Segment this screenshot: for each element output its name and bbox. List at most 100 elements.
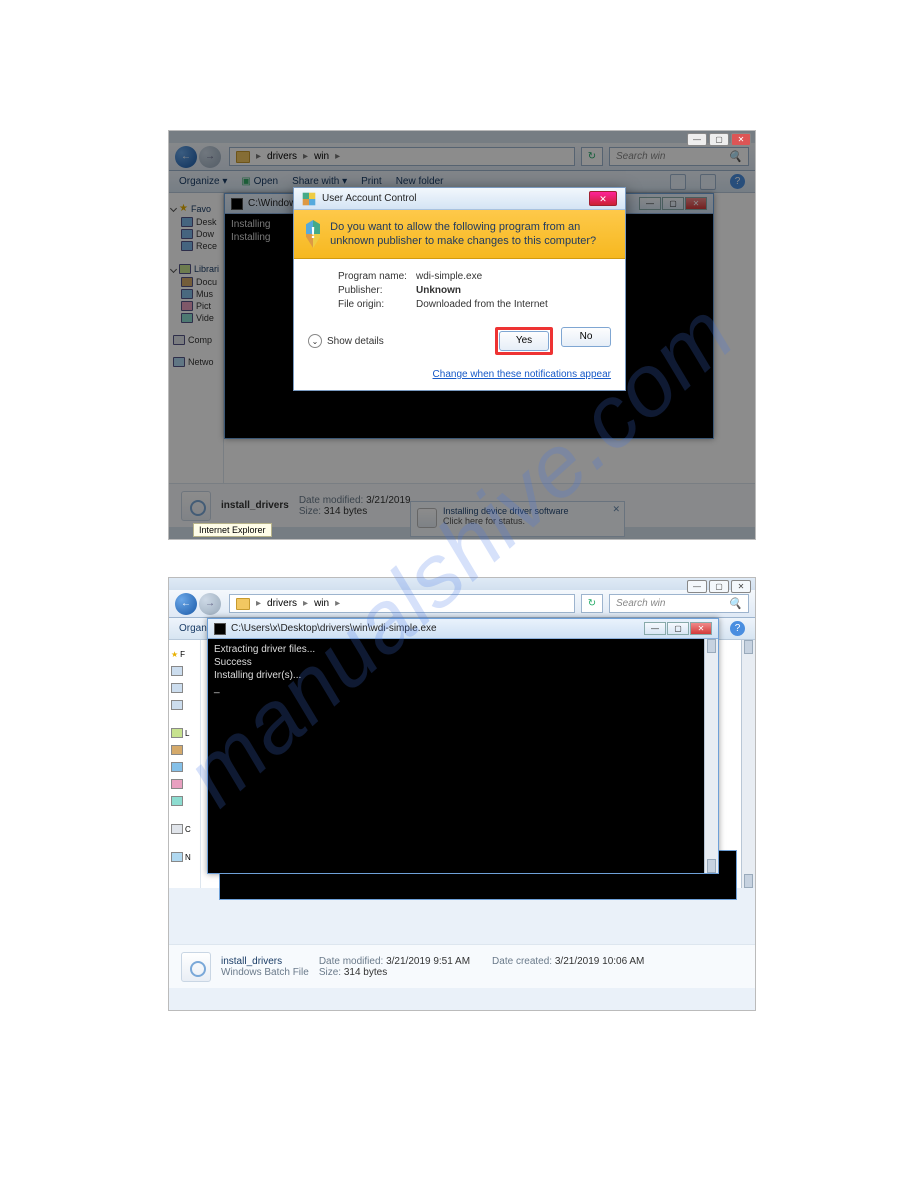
close-icon[interactable]: ✕ (731, 580, 751, 593)
maximize-icon[interactable]: ▢ (709, 133, 729, 146)
organize-menu[interactable]: Organize ▾ (179, 176, 227, 187)
sidebar-item-network[interactable]: Netwo (188, 357, 214, 367)
preview-icon[interactable] (700, 174, 716, 190)
notification-close-icon[interactable]: ✕ (612, 504, 620, 515)
cmd-close-icon[interactable]: ✕ (690, 622, 712, 635)
cmd-line: Installing driver(s)... (214, 669, 712, 682)
uac-dialog: User Account Control ✕ Do you want to al… (293, 187, 626, 391)
scrollbar[interactable] (741, 640, 755, 888)
refresh-button[interactable]: ↻ (581, 147, 603, 166)
search-input[interactable]: Search win 🔍 (609, 147, 749, 166)
search-input[interactable]: Search win 🔍 (609, 594, 749, 613)
selected-file-type: Windows Batch File (221, 967, 309, 978)
close-icon[interactable]: ✕ (731, 133, 751, 146)
help-icon[interactable]: ? (730, 174, 745, 189)
breadcrumb[interactable]: ▸ drivers ▸ win ▸ (229, 147, 575, 166)
refresh-button[interactable]: ↻ (581, 594, 603, 613)
view-icon[interactable] (670, 174, 686, 190)
uac-file-origin: Downloaded from the Internet (416, 299, 548, 310)
help-icon[interactable]: ? (730, 621, 745, 636)
forward-button[interactable]: → (199, 593, 221, 615)
cmd-close-icon[interactable]: ✕ (685, 197, 707, 210)
sidebar-item-computer[interactable]: C (185, 825, 191, 834)
address-bar: ← → ▸ drivers ▸ win ▸ ↻ Search win 🔍 (169, 143, 755, 171)
window-controls: — ▢ ✕ (687, 133, 751, 146)
date-modified: 3/21/2019 (366, 495, 411, 506)
cmd-cursor: _ (214, 682, 712, 695)
notification-icon (417, 508, 437, 528)
folder-icon (236, 598, 250, 610)
driver-install-notification[interactable]: Installing device driver software Click … (410, 501, 625, 537)
sidebar-libraries[interactable]: L (185, 729, 189, 738)
organize-menu[interactable]: Organ (179, 623, 207, 634)
file-size: 314 bytes (344, 967, 387, 978)
forward-button[interactable]: → (199, 146, 221, 168)
window-controls: — ▢ ✕ (687, 580, 751, 593)
sidebar-item-recent[interactable]: Rece (196, 241, 217, 251)
sidebar-libraries[interactable]: Librari (194, 264, 219, 274)
sidebar-item-music[interactable]: Mus (196, 289, 213, 299)
print-button[interactable]: Print (361, 176, 382, 187)
show-details-toggle[interactable]: ⌄ Show details (308, 334, 384, 348)
open-button[interactable]: ▣ Open (241, 176, 278, 187)
screenshot-1: — ▢ ✕ ← → ▸ drivers ▸ win ▸ ↻ Search win… (168, 130, 756, 540)
uac-title: User Account Control (322, 193, 417, 204)
cmd-minimize-icon[interactable]: — (644, 622, 666, 635)
sidebar-favorites[interactable]: F (180, 650, 185, 659)
uac-message: Do you want to allow the following progr… (330, 220, 613, 248)
sidebar-item-videos[interactable]: Vide (196, 313, 214, 323)
back-button[interactable]: ← (175, 593, 197, 615)
scrollbar[interactable] (704, 639, 718, 873)
date-modified: 3/21/2019 9:51 AM (386, 956, 470, 967)
yes-button[interactable]: Yes (499, 331, 549, 351)
selected-file-name: install_drivers (221, 956, 282, 967)
search-icon: 🔍 (728, 150, 742, 163)
crumb-win[interactable]: win (314, 151, 329, 162)
new-folder-button[interactable]: New folder (396, 176, 444, 187)
file-size: 314 bytes (324, 506, 367, 517)
sidebar-item-computer[interactable]: Comp (188, 335, 212, 345)
no-button[interactable]: No (561, 327, 611, 347)
navigation-pane: ★Favo Desk Dow Rece Librari Docu Mus Pic… (169, 193, 224, 483)
crumb-win[interactable]: win (314, 598, 329, 609)
sidebar-item-documents[interactable]: Docu (196, 277, 217, 287)
sidebar-item-pictures[interactable]: Pict (196, 301, 211, 311)
cmd-line: Extracting driver files... (214, 643, 712, 656)
navigation-pane: ★F L C N (169, 640, 201, 888)
breadcrumb[interactable]: ▸ drivers ▸ win ▸ (229, 594, 575, 613)
file-type-icon (181, 491, 211, 521)
ie-tooltip: Internet Explorer (193, 523, 272, 537)
sidebar-item-network[interactable]: N (185, 853, 191, 862)
notification-title: Installing device driver software (443, 506, 569, 516)
minimize-icon[interactable]: — (687, 580, 707, 593)
change-notifications-link[interactable]: Change when these notifications appear (294, 369, 625, 390)
details-pane: install_drivers Windows Batch File Date … (169, 944, 755, 988)
cmd-icon (231, 198, 243, 210)
cmd-maximize-icon[interactable]: ▢ (662, 197, 684, 210)
file-type-icon (181, 952, 211, 982)
cmd-maximize-icon[interactable]: ▢ (667, 622, 689, 635)
yes-highlight-box: Yes (495, 327, 553, 355)
screenshot-2: — ▢ ✕ ← → ▸ drivers ▸ win ▸ ↻ Search win… (168, 577, 756, 1011)
date-created: 3/21/2019 10:06 AM (555, 956, 645, 967)
search-icon: 🔍 (728, 597, 742, 610)
sidebar-favorites[interactable]: Favo (191, 204, 211, 214)
uac-publisher: Unknown (416, 285, 461, 296)
uac-close-icon[interactable]: ✕ (589, 191, 617, 206)
cmd-minimize-icon[interactable]: — (639, 197, 661, 210)
maximize-icon[interactable]: ▢ (709, 580, 729, 593)
chevron-down-icon: ⌄ (308, 334, 322, 348)
sidebar-item-desktop[interactable]: Desk (196, 217, 217, 227)
minimize-icon[interactable]: — (687, 133, 707, 146)
back-button[interactable]: ← (175, 146, 197, 168)
cmd-line: Success (214, 656, 712, 669)
command-prompt-window: C:\Users\x\Desktop\drivers\win\wdi-simpl… (207, 618, 719, 874)
folder-icon (236, 151, 250, 163)
uac-program-info: Program name:wdi-simple.exe Publisher:Un… (294, 259, 625, 321)
uac-warning-shield-icon (306, 220, 320, 248)
sidebar-item-downloads[interactable]: Dow (196, 229, 214, 239)
cmd-icon (214, 623, 226, 635)
crumb-drivers[interactable]: drivers (267, 151, 297, 162)
share-menu[interactable]: Share with ▾ (292, 176, 347, 187)
crumb-drivers[interactable]: drivers (267, 598, 297, 609)
